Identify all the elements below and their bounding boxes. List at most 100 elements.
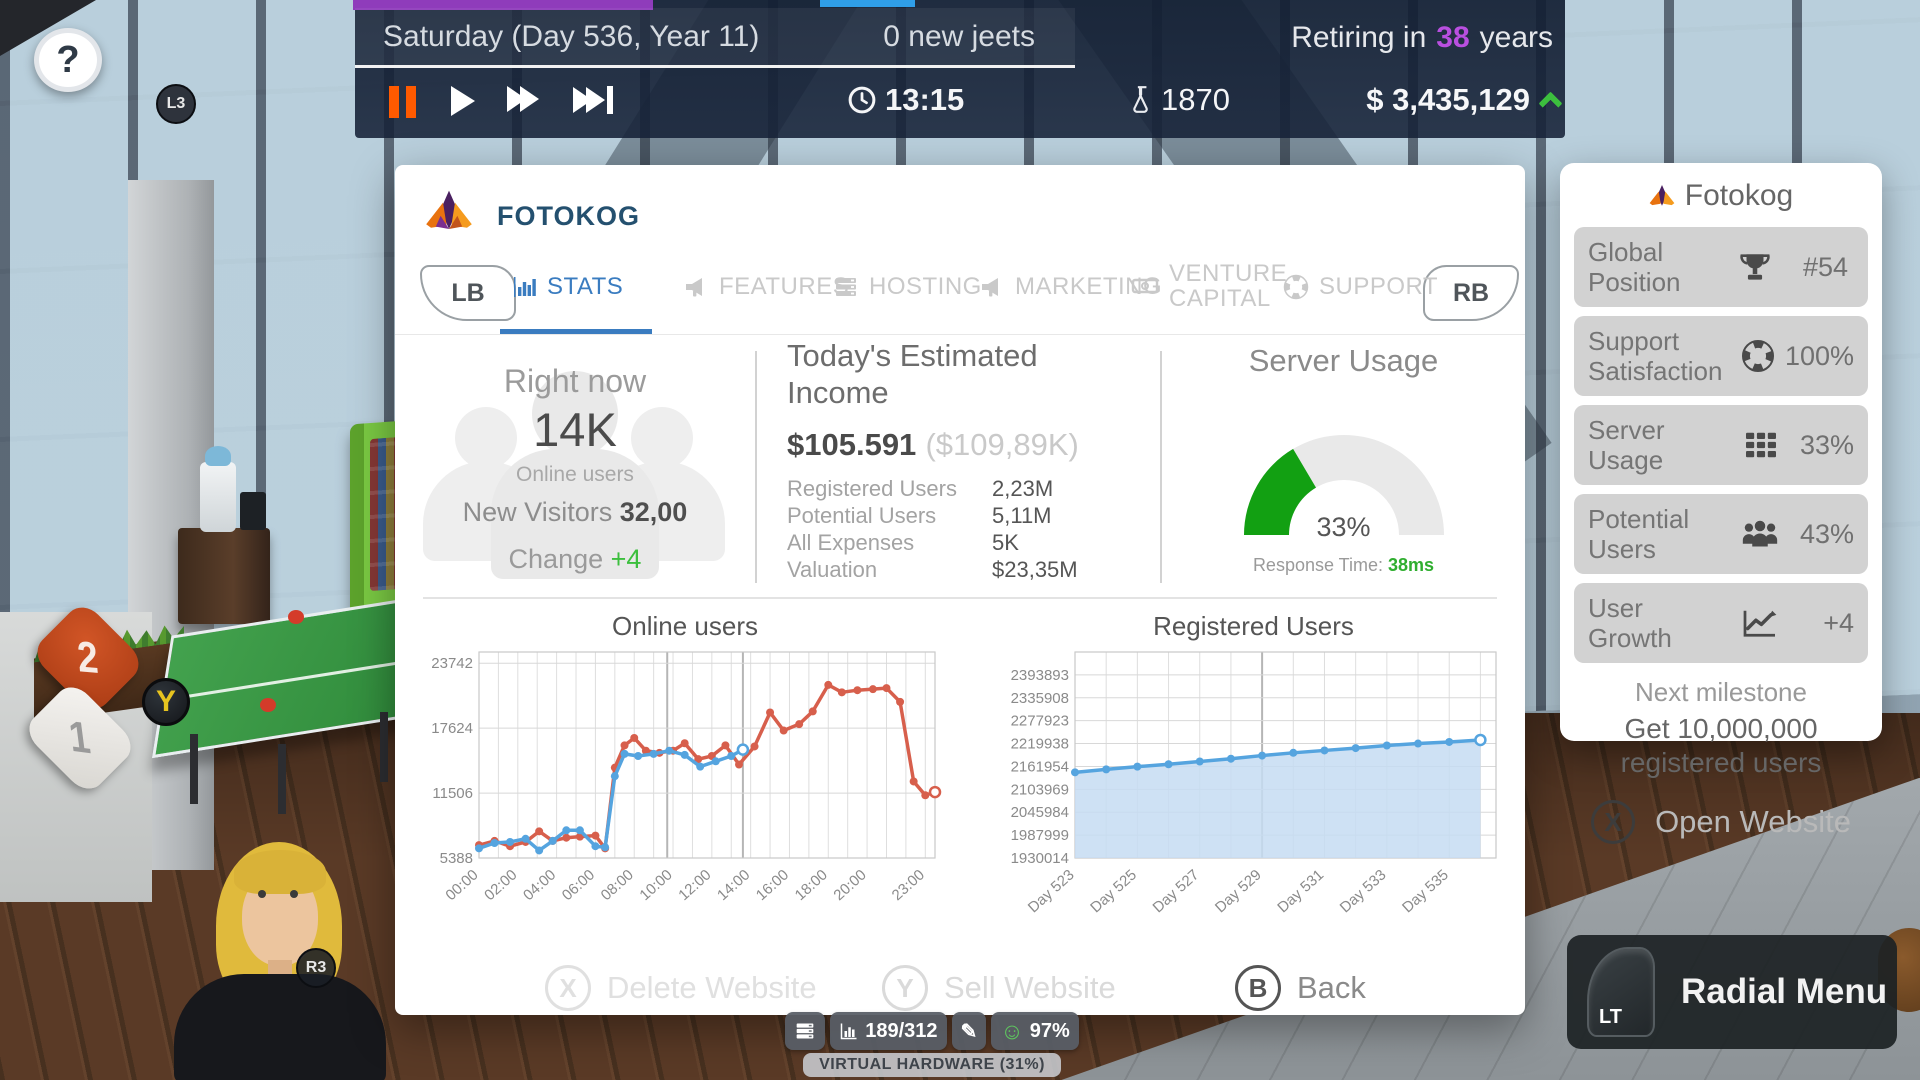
open-website-label: Open Website (1655, 804, 1851, 840)
svg-text:Day 531: Day 531 (1274, 866, 1327, 916)
b-button-icon: B (1235, 965, 1281, 1011)
hardware-pills: 189/312 ✎ ☺ 97% (762, 1012, 1102, 1050)
sell-website-label: Sell Website (944, 970, 1116, 1006)
tab-stats-label: STATS (547, 273, 623, 301)
registered-users-chart: Registered Users 23938932335908227792322… (1001, 611, 1506, 927)
sell-website-button[interactable]: Y Sell Website (882, 965, 1116, 1011)
megaphone-icon (683, 275, 709, 299)
virtual-hardware-label: VIRTUAL HARDWARE (31%) (803, 1053, 1061, 1077)
edit-pill[interactable]: ✎ (952, 1012, 987, 1050)
water-cooler (200, 462, 236, 532)
income-row-value: $23,35M (992, 556, 1078, 583)
svg-text:1987999: 1987999 (1011, 827, 1069, 844)
clock-display: 13:15 (847, 82, 964, 118)
tab-support[interactable]: SUPPORT (1283, 273, 1438, 301)
retiring-years: 38 (1436, 21, 1469, 55)
satisfaction-value: 97% (1030, 1020, 1070, 1043)
server-usage-panel: Server Usage 33% Response Time: 38ms (1162, 343, 1525, 576)
svg-text:2103969: 2103969 (1011, 781, 1069, 798)
server-icon (833, 275, 859, 299)
income-main-value: $105.591 (787, 427, 916, 462)
server-usage-title: Server Usage (1162, 343, 1525, 379)
delete-website-button[interactable]: X Delete Website (545, 965, 817, 1011)
income-row-label: Potential Users (787, 502, 992, 529)
paddle (260, 698, 276, 712)
card-value: +4 (1788, 608, 1854, 639)
svg-text:23742: 23742 (431, 655, 473, 672)
fast-forward-button[interactable] (507, 86, 539, 112)
svg-text:20:00: 20:00 (830, 866, 869, 904)
virtual-hardware-badge[interactable]: 189/312 ✎ ☺ 97% VIRTUAL HARDWARE (31%) (762, 1012, 1102, 1077)
server-pill[interactable] (785, 1012, 825, 1050)
tab-support-label: SUPPORT (1319, 273, 1438, 301)
change-value: +4 (611, 544, 642, 574)
estimated-income-panel: Today's Estimated Income $105.591 ($109,… (787, 337, 1147, 583)
card-label: Global Position (1588, 237, 1728, 297)
income-row: Registered Users2,23M (787, 475, 1147, 502)
play-button[interactable] (451, 86, 475, 116)
svg-text:2161954: 2161954 (1011, 758, 1069, 775)
tab-features[interactable]: FEATURES (683, 273, 849, 301)
coffee-machine (240, 492, 266, 530)
research-display: 1870 (1127, 82, 1230, 118)
income-row-label: Registered Users (787, 475, 992, 502)
svg-text:Day 525: Day 525 (1087, 866, 1140, 916)
svg-text:06:00: 06:00 (559, 866, 598, 904)
svg-text:Day 535: Day 535 (1399, 866, 1452, 916)
new-jeets-counter[interactable]: 0 new jeets (883, 20, 1035, 54)
website-title: FOTOKOG (497, 201, 640, 232)
badge-2-label: 2 (76, 633, 101, 684)
megaphone-icon (979, 275, 1005, 299)
table-leg (190, 734, 198, 804)
tab-stats[interactable]: STATS (511, 273, 623, 301)
response-time-label: Response Time: (1253, 555, 1383, 575)
y-button-badge[interactable]: Y (142, 678, 190, 726)
lb-shoulder-button[interactable]: LB (420, 265, 516, 321)
tab-hosting[interactable]: HOSTING (833, 273, 982, 301)
income-alt-value: ($109,89K) (925, 427, 1078, 462)
pause-button[interactable] (389, 86, 416, 118)
retirement-countdown: Retiring in 38 years (1291, 8, 1553, 68)
fast-forward-icon (520, 86, 539, 112)
income-rows: Registered Users2,23M Potential Users5,1… (787, 475, 1147, 583)
online-users-plot: 538811506176242374200:0002:0004:0006:000… (425, 644, 945, 922)
bar-chart-icon (839, 1022, 859, 1040)
grid-icon (1744, 430, 1778, 460)
card-value: #54 (1782, 252, 1848, 283)
pause-icon (389, 86, 416, 118)
svg-text:23:00: 23:00 (889, 866, 928, 904)
card-label: Server Usage (1588, 415, 1734, 475)
back-button[interactable]: B Back (1235, 965, 1366, 1011)
help-button[interactable]: ? (34, 28, 102, 92)
money-amount: $ 3,435,129 (1366, 82, 1530, 118)
user-growth-card: User Growth +4 (1574, 583, 1868, 663)
svg-text:2277923: 2277923 (1011, 713, 1069, 730)
tab-venture-capital[interactable]: VENTURE CAPITAL (1131, 261, 1263, 311)
delete-website-label: Delete Website (607, 970, 817, 1006)
svg-text:2045984: 2045984 (1011, 804, 1069, 821)
edit-icon: ✎ (961, 1019, 978, 1044)
svg-text:08:00: 08:00 (598, 866, 637, 904)
smiley-icon: ☺ (1000, 1018, 1023, 1045)
server-usage-gauge: 33% (1219, 409, 1469, 541)
svg-text:2335908: 2335908 (1011, 690, 1069, 707)
play-icon (451, 86, 475, 116)
money-display[interactable]: $ 3,435,129 (1366, 82, 1559, 118)
website-summary-panel: Fotokog Global Position #54 Support Sati… (1560, 163, 1882, 741)
capacity-pill[interactable]: 189/312 (830, 1012, 946, 1050)
income-row-value: 5K (992, 529, 1019, 556)
svg-text:Day 523: Day 523 (1025, 866, 1078, 916)
fotokog-logo-icon (1649, 184, 1675, 208)
avatar-eye (290, 890, 298, 898)
radial-menu-panel[interactable]: LT Radial Menu (1567, 935, 1897, 1049)
svg-text:11506: 11506 (432, 785, 473, 802)
svg-text:2393893: 2393893 (1011, 667, 1069, 684)
online-users-chart: Online users 538811506176242374200:0002:… (425, 611, 945, 927)
game-screen: Saturday (Day 536, Year 11) 0 new jeets … (0, 0, 1920, 1080)
satisfaction-pill[interactable]: ☺ 97% (991, 1012, 1079, 1050)
skip-button[interactable] (573, 86, 613, 114)
l3-badge: L3 (156, 84, 196, 124)
flask-icon (1127, 85, 1153, 115)
change-label: Change (509, 544, 604, 574)
open-website-button[interactable]: X Open Website (1574, 800, 1868, 844)
